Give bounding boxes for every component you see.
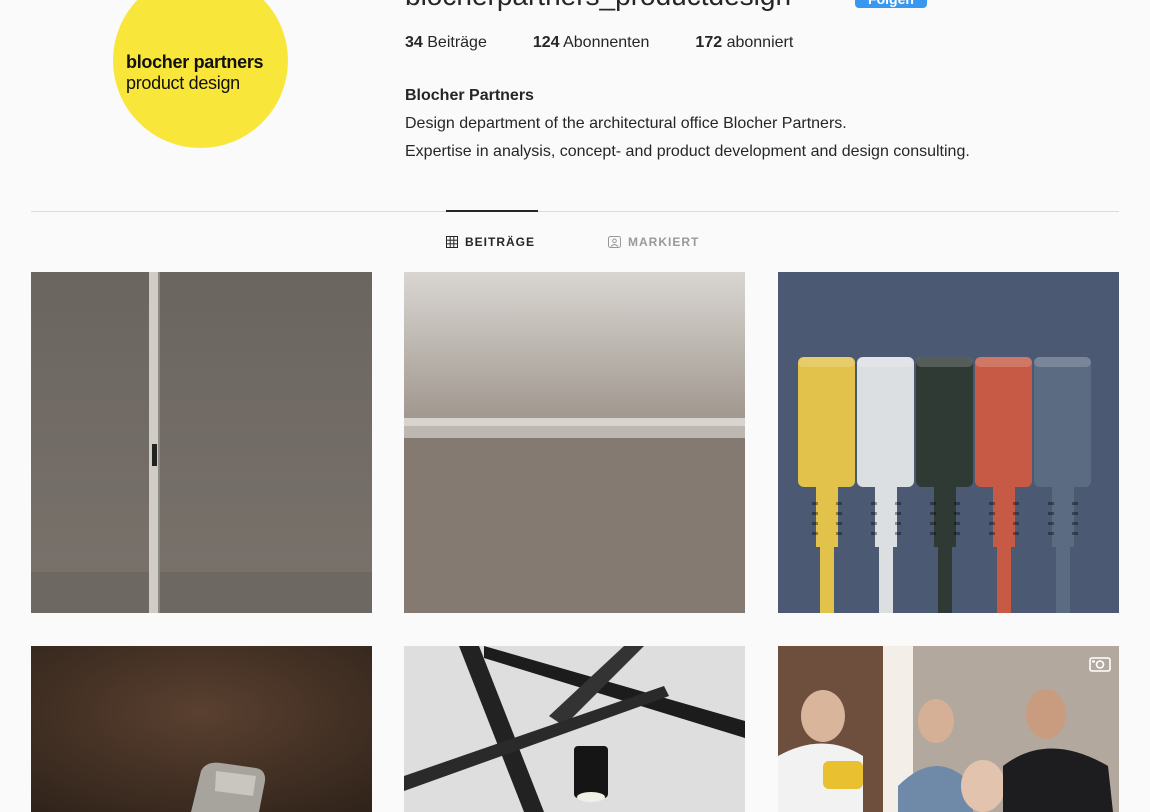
followers-stat-label: Abonnenten (563, 34, 650, 51)
follow-button[interactable]: Folgen (855, 0, 927, 8)
post-image-track-lights (404, 646, 745, 812)
followers-count: 124 (532, 34, 560, 51)
post-thumbnail-4[interactable] (31, 646, 372, 812)
post-image-team-photo (778, 646, 1119, 812)
grid-icon (446, 236, 458, 248)
following-stat-label: abonniert (726, 34, 794, 51)
post-thumbnail-2[interactable] (404, 272, 745, 613)
bio-line-2: Expertise in analysis, concept- and prod… (405, 143, 970, 160)
tab-posts-label: BEITRÄGE (465, 235, 536, 249)
posts-stat: 34 Beiträge (405, 34, 487, 52)
profile-username: blocherpartners_productdesign (405, 0, 791, 12)
post-image-felt-panels (31, 272, 372, 613)
posts-count: 34 (405, 34, 423, 51)
post-thumbnail-6[interactable] (778, 646, 1119, 812)
tab-tagged-label: MARKIERT (628, 235, 700, 249)
post-thumbnail-1[interactable] (31, 272, 372, 613)
profile-avatar[interactable]: blocher partners product design (113, 0, 288, 148)
post-thumbnail-5[interactable] (404, 646, 745, 812)
active-tab-indicator (446, 210, 538, 212)
avatar-logo-line1: blocher partners (126, 51, 264, 72)
avatar-logo-line2: product design (126, 72, 240, 93)
video-icon (1089, 657, 1111, 672)
following-count: 172 (695, 34, 723, 51)
post-image-colored-cables (778, 272, 1119, 613)
tab-posts[interactable]: BEITRÄGE (446, 235, 535, 249)
followers-stat[interactable]: 124 Abonnenten (533, 34, 650, 52)
profile-stats: 34 Beiträge 124 Abonnenten 172 abonniert (405, 34, 793, 52)
tagged-icon (608, 236, 621, 248)
bio-line-1: Design department of the architectural o… (405, 115, 847, 132)
profile-bio: Blocher Partners Design department of th… (405, 82, 970, 166)
post-image-felt-box (404, 272, 745, 613)
posts-stat-label: Beiträge (427, 34, 487, 51)
section-divider (31, 211, 1119, 212)
tab-tagged[interactable]: MARKIERT (608, 235, 699, 249)
post-thumbnail-3[interactable] (778, 272, 1119, 613)
following-stat[interactable]: 172 abonniert (695, 34, 793, 52)
post-image-metal-device (31, 646, 372, 812)
profile-full-name: Blocher Partners (405, 87, 534, 104)
